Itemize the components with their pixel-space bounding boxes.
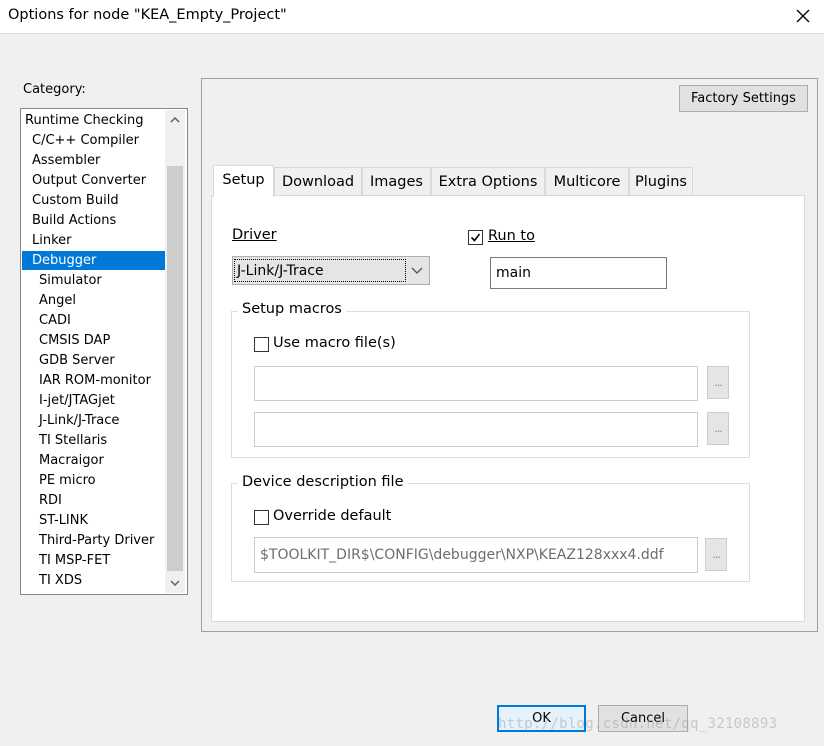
close-icon[interactable] [790, 3, 816, 29]
category-item-rdi[interactable]: RDI [22, 491, 166, 510]
macro-file-input-1[interactable] [254, 366, 698, 401]
run-to-label: Run to [488, 228, 535, 244]
run-to-input[interactable]: main [490, 257, 667, 289]
device-file-browse-button[interactable]: ... [705, 538, 727, 571]
category-label: Category: [23, 82, 86, 97]
watermark: http://blog.csdn.net/qq_32108893 [498, 716, 778, 732]
tab-download[interactable]: Download [274, 167, 362, 196]
category-item-third-party-driver[interactable]: Third-Party Driver [22, 531, 166, 550]
macro-file-browse-button-1[interactable]: ... [707, 366, 729, 399]
category-item-ijet-jtagjet[interactable]: I-jet/JTAGjet [22, 391, 166, 410]
category-item-ti-stellaris[interactable]: TI Stellaris [22, 431, 166, 450]
use-macro-checkbox[interactable] [254, 337, 269, 352]
category-scrollbar[interactable] [165, 110, 185, 593]
tab-extra-options[interactable]: Extra Options [431, 167, 545, 196]
scroll-up-icon[interactable] [165, 110, 185, 130]
scrollbar-thumb[interactable] [167, 166, 183, 571]
factory-settings-button[interactable]: Factory Settings [679, 85, 808, 112]
category-item-iar-rom-monitor[interactable]: IAR ROM-monitor [22, 371, 166, 390]
category-item-macraigor[interactable]: Macraigor [22, 451, 166, 470]
macro-file-input-2[interactable] [254, 412, 698, 447]
category-item-assembler[interactable]: Assembler [22, 151, 166, 170]
window-title: Options for node "KEA_Empty_Project" [8, 7, 287, 23]
tab-images[interactable]: Images [362, 167, 431, 196]
tab-plugins[interactable]: Plugins [629, 167, 693, 196]
driver-select[interactable]: J-Link/J-Trace [232, 256, 430, 285]
driver-label: Driver [232, 227, 277, 243]
device-file-input[interactable]: $TOOLKIT_DIR$\CONFIG\debugger\NXP\KEAZ12… [254, 537, 698, 573]
macro-file-browse-button-2[interactable]: ... [707, 412, 729, 445]
check-icon [470, 233, 481, 242]
category-item-build-actions[interactable]: Build Actions [22, 211, 166, 230]
setup-macros-title: Setup macros [238, 301, 346, 317]
category-item-runtime-checking[interactable]: Runtime Checking [22, 111, 166, 130]
category-item-st-link[interactable]: ST-LINK [22, 511, 166, 530]
category-item-simulator[interactable]: Simulator [22, 271, 166, 290]
category-item-cmsis-dap[interactable]: CMSIS DAP [22, 331, 166, 350]
category-item-ti-xds[interactable]: TI XDS [22, 571, 166, 590]
category-item-cadi[interactable]: CADI [22, 311, 166, 330]
run-to-checkbox[interactable] [468, 230, 483, 245]
category-item-output-converter[interactable]: Output Converter [22, 171, 166, 190]
override-default-label: Override default [273, 508, 392, 524]
category-list[interactable]: Runtime Checking C/C++ Compiler Assemble… [20, 108, 188, 595]
category-item-cpp-compiler[interactable]: C/C++ Compiler [22, 131, 166, 150]
driver-select-value: J-Link/J-Trace [234, 259, 406, 282]
category-item-debugger[interactable]: Debugger [22, 251, 166, 270]
tab-setup[interactable]: Setup [213, 165, 274, 197]
use-macro-label: Use macro file(s) [273, 335, 396, 351]
device-description-title: Device description file [238, 474, 408, 490]
override-default-checkbox[interactable] [254, 510, 269, 525]
chevron-down-icon[interactable] [406, 258, 428, 283]
category-item-gdb-server[interactable]: GDB Server [22, 351, 166, 370]
category-item-jlink-jtrace[interactable]: J-Link/J-Trace [22, 411, 166, 430]
category-item-linker[interactable]: Linker [22, 231, 166, 250]
category-item-pe-micro[interactable]: PE micro [22, 471, 166, 490]
scroll-down-icon[interactable] [165, 573, 185, 593]
title-bar: Options for node "KEA_Empty_Project" [0, 0, 824, 34]
category-item-angel[interactable]: Angel [22, 291, 166, 310]
category-item-ti-msp-fet[interactable]: TI MSP-FET [22, 551, 166, 570]
tab-multicore[interactable]: Multicore [545, 167, 629, 196]
category-item-custom-build[interactable]: Custom Build [22, 191, 166, 210]
